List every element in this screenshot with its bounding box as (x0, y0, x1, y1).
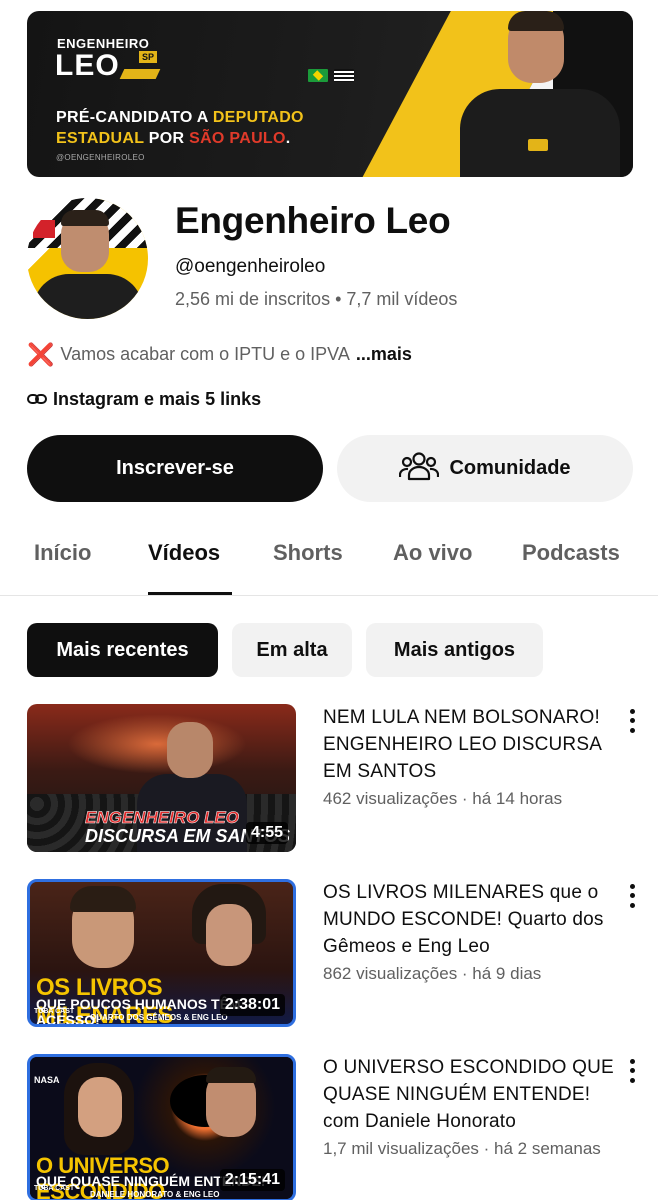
video-thumbnail[interactable]: NASA O UNIVERSO ESCONDIDO QUE QUASE NING… (27, 1054, 296, 1200)
subscribe-button[interactable]: Inscrever-se (27, 435, 323, 502)
tab-podcasts[interactable]: Podcasts (522, 540, 620, 566)
thumbnail-caption: QUARTO DOS GÊMEOS & ENG LEO (90, 1013, 228, 1022)
video-duration: 4:55 (245, 822, 288, 844)
video-title[interactable]: OS LIVROS MILENARES que o MUNDO ESCONDE!… (323, 879, 615, 960)
banner-line2-d: . (285, 130, 291, 147)
channel-name: Engenheiro Leo (175, 200, 451, 241)
thumbnail-caption: DANIELE HONORATO & ENG LEO (90, 1190, 220, 1199)
banner-logo-sp: SP (139, 51, 158, 63)
video-thumbnail[interactable]: OS LIVROS MILENARES QUE POUCOS HUMANOS T… (27, 879, 296, 1027)
more-options-icon[interactable] (622, 882, 642, 910)
banner-handle: @OENGENHEIROLEO (56, 153, 145, 162)
video-thumbnail[interactable]: ENGENHEIRO LEO DISCURSA EM SANTOS 4:55 (27, 704, 296, 852)
banner-line2-a: ESTADUAL (56, 130, 149, 147)
people-icon (399, 450, 440, 488)
channel-banner: ENGENHEIRO LEO SP PRÉ-CANDIDATO A DEPUTA… (27, 11, 633, 177)
video-meta: 862 visualizações · há 9 dias (323, 964, 542, 983)
banner-line2-c: SÃO PAULO (189, 130, 286, 147)
cross-mark-icon: ❌ (27, 341, 55, 367)
channel-links[interactable]: Instagram e mais 5 links (27, 389, 261, 410)
video-title[interactable]: O UNIVERSO ESCONDIDO QUE QUASE NINGUÉM E… (323, 1054, 615, 1135)
video-duration: 2:38:01 (219, 994, 285, 1016)
channel-description-text: Vamos acabar com o IPTU e o IPVA (60, 344, 350, 364)
brazil-flag-icon (308, 69, 328, 82)
channel-description[interactable]: ❌ Vamos acabar com o IPTU e o IPVA ...ma… (27, 341, 412, 367)
thumbnail-nasa-logo: NASA (34, 1075, 60, 1085)
video-duration: 2:15:41 (219, 1169, 285, 1191)
more-options-icon[interactable] (622, 707, 642, 735)
banner-line1-a: PRÉ-CANDIDATO A (56, 109, 213, 126)
video-item[interactable]: OS LIVROS MILENARES QUE POUCOS HUMANOS T… (0, 879, 658, 1029)
more-options-icon[interactable] (622, 1057, 642, 1085)
tab-inicio[interactable]: Início (34, 540, 91, 566)
channel-links-text: Instagram e mais 5 links (53, 389, 262, 409)
community-button-label: Comunidade (449, 457, 571, 479)
banner-headline-2: ESTADUAL POR SÃO PAULO. (56, 130, 291, 148)
active-tab-indicator (148, 592, 232, 595)
video-meta: 462 visualizações · há 14 horas (323, 789, 563, 808)
banner-line2-b: POR (148, 130, 190, 147)
thumbnail-logo: TUBA CAST (34, 1008, 75, 1015)
banner-headline-1: PRÉ-CANDIDATO A DEPUTADO (56, 109, 304, 127)
tab-shorts[interactable]: Shorts (273, 540, 343, 566)
video-meta: 1,7 mil visualizações · há 2 semanas (323, 1139, 601, 1158)
channel-handle: @oengenheiroleo (175, 256, 326, 277)
channel-avatar[interactable] (27, 198, 148, 319)
channel-tabs: Início Vídeos Shorts Ao vivo Podcasts (0, 532, 658, 596)
thumbnail-caption: ENGENHEIRO LEO (85, 808, 239, 828)
tab-videos[interactable]: Vídeos (148, 540, 220, 566)
sao-paulo-flag-icon (334, 69, 354, 82)
link-icon (27, 389, 47, 410)
chip-em-alta[interactable]: Em alta (232, 623, 352, 677)
banner-line1-b: DEPUTADO (212, 109, 304, 126)
banner-portrait (450, 11, 630, 177)
chip-mais-recentes[interactable]: Mais recentes (27, 623, 218, 677)
community-button[interactable]: Comunidade (337, 435, 633, 502)
thumbnail-logo: TUBA CAST (34, 1185, 75, 1192)
tab-ao-vivo[interactable]: Ao vivo (393, 540, 472, 566)
channel-stats: 2,56 mi de inscritos • 7,7 mil vídeos (175, 289, 458, 309)
description-more-link[interactable]: ...mais (356, 344, 412, 365)
banner-logo-main: LEO (55, 49, 120, 82)
video-item[interactable]: ENGENHEIRO LEO DISCURSA EM SANTOS 4:55 N… (0, 704, 658, 854)
banner-logo-bar (119, 69, 161, 79)
video-item[interactable]: NASA O UNIVERSO ESCONDIDO QUE QUASE NING… (0, 1054, 658, 1200)
chip-mais-antigos[interactable]: Mais antigos (366, 623, 543, 677)
video-title[interactable]: NEM LULA NEM BOLSONARO! ENGENHEIRO LEO D… (323, 704, 615, 785)
